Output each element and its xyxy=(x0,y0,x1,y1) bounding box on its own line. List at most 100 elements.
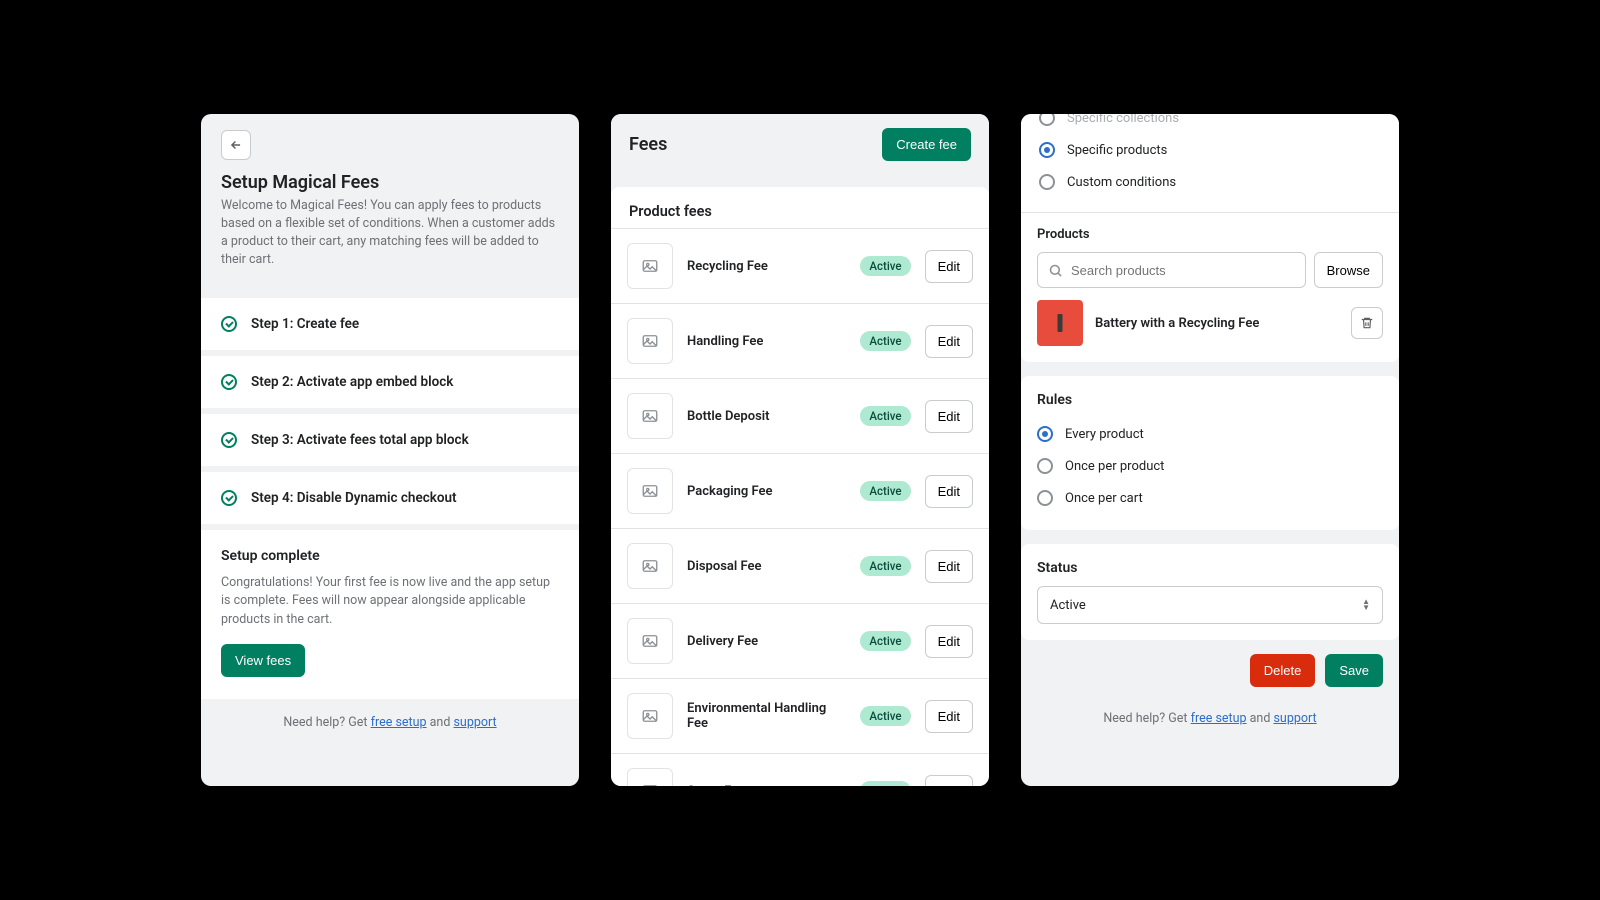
scope-collections[interactable]: Specific collections xyxy=(1039,114,1381,134)
fee-row: Packaging Fee Active Edit xyxy=(611,453,989,528)
image-placeholder-icon xyxy=(627,543,673,589)
fee-row: Delivery Fee Active Edit xyxy=(611,603,989,678)
complete-body: Congratulations! Your first fee is now l… xyxy=(221,574,559,630)
edit-button[interactable]: Edit xyxy=(925,250,973,283)
product-name: Battery with a Recycling Fee xyxy=(1095,316,1339,331)
status-title: Status xyxy=(1037,560,1383,576)
status-badge: Active xyxy=(860,331,910,351)
selected-product: Battery with a Recycling Fee xyxy=(1037,300,1383,346)
edit-button[interactable]: Edit xyxy=(925,475,973,508)
step-3[interactable]: Step 3: Activate fees total app block xyxy=(201,414,579,466)
fee-name: Environmental Handling Fee xyxy=(687,701,846,731)
status-badge: Active xyxy=(860,706,910,726)
fee-name: Recycling Fee xyxy=(687,259,846,274)
scope-custom[interactable]: Custom conditions xyxy=(1039,166,1381,198)
complete-title: Setup complete xyxy=(221,548,559,564)
edit-button[interactable]: Edit xyxy=(925,775,973,787)
status-badge: Active xyxy=(860,631,910,651)
image-placeholder-icon xyxy=(627,468,673,514)
step-label: Step 1: Create fee xyxy=(251,316,359,332)
edit-button[interactable]: Edit xyxy=(925,700,973,733)
free-setup-link[interactable]: free setup xyxy=(371,715,427,730)
image-placeholder-icon xyxy=(627,243,673,289)
back-button[interactable] xyxy=(221,130,251,160)
fee-editor-panel: Specific collections Specific products C… xyxy=(1021,114,1399,786)
browse-button[interactable]: Browse xyxy=(1314,252,1383,288)
fee-row: Recycling Fee Active Edit xyxy=(611,228,989,303)
check-icon xyxy=(221,374,237,390)
help-line: Need help? Get free setup and support xyxy=(1021,695,1399,736)
fee-row: Disposal Fee Active Edit xyxy=(611,528,989,603)
step-2[interactable]: Step 2: Activate app embed block xyxy=(201,356,579,408)
remove-product-button[interactable] xyxy=(1351,307,1383,339)
edit-button[interactable]: Edit xyxy=(925,400,973,433)
radio-icon xyxy=(1039,174,1055,190)
fee-list: Recycling FeeActiveEditHandling FeeActiv… xyxy=(611,228,989,786)
product-thumbnail xyxy=(1037,300,1083,346)
fee-name: Disposal Fee xyxy=(687,559,846,574)
products-block: Products Browse Battery with a Recycling… xyxy=(1021,212,1399,362)
fees-list-panel: Fees Create fee Product fees Recycling F… xyxy=(611,114,989,786)
fee-name: Setup Fee xyxy=(687,784,846,787)
image-placeholder-icon xyxy=(627,618,673,664)
status-badge: Active xyxy=(860,781,910,786)
support-link[interactable]: support xyxy=(1273,711,1316,726)
rule-once-per-cart[interactable]: Once per cart xyxy=(1037,482,1383,514)
edit-button[interactable]: Edit xyxy=(925,625,973,658)
search-icon xyxy=(1048,263,1063,278)
image-placeholder-icon xyxy=(627,768,673,786)
status-badge: Active xyxy=(860,481,910,501)
products-label: Products xyxy=(1037,227,1383,242)
step-4[interactable]: Step 4: Disable Dynamic checkout xyxy=(201,472,579,524)
page-description: Welcome to Magical Fees! You can apply f… xyxy=(221,197,559,270)
check-icon xyxy=(221,432,237,448)
fee-name: Delivery Fee xyxy=(687,634,846,649)
rules-title: Rules xyxy=(1037,392,1383,408)
radio-icon xyxy=(1037,458,1053,474)
image-placeholder-icon xyxy=(627,318,673,364)
check-icon xyxy=(221,490,237,506)
step-label: Step 2: Activate app embed block xyxy=(251,374,453,390)
search-input[interactable] xyxy=(1071,263,1295,278)
scope-products[interactable]: Specific products xyxy=(1039,134,1381,166)
status-card: Status Active ▲▼ xyxy=(1021,544,1399,640)
radio-icon xyxy=(1039,114,1055,126)
product-fees-heading: Product fees xyxy=(611,187,989,228)
fee-row: Setup Fee Active Edit xyxy=(611,753,989,786)
step-1[interactable]: Step 1: Create fee xyxy=(201,298,579,350)
fees-title: Fees xyxy=(629,134,667,155)
step-label: Step 4: Disable Dynamic checkout xyxy=(251,490,457,506)
image-placeholder-icon xyxy=(627,693,673,739)
setup-panel: Setup Magical Fees Welcome to Magical Fe… xyxy=(201,114,579,786)
fee-row: Handling FeeActiveEdit xyxy=(611,303,989,378)
fee-name: Bottle Deposit xyxy=(687,409,846,424)
view-fees-button[interactable]: View fees xyxy=(221,644,305,677)
status-value: Active xyxy=(1050,598,1086,613)
rule-once-per-product[interactable]: Once per product xyxy=(1037,450,1383,482)
select-chevron-icon: ▲▼ xyxy=(1362,599,1370,611)
scope-radio-group: Specific collections Specific products C… xyxy=(1021,114,1399,212)
status-badge: Active xyxy=(860,406,910,426)
save-button[interactable]: Save xyxy=(1325,654,1383,687)
step-label: Step 3: Activate fees total app block xyxy=(251,432,469,448)
create-fee-button[interactable]: Create fee xyxy=(882,128,971,161)
setup-complete-card: Setup complete Congratulations! Your fir… xyxy=(201,530,579,699)
edit-button[interactable]: Edit xyxy=(925,550,973,583)
check-icon xyxy=(221,316,237,332)
status-badge: Active xyxy=(860,256,910,276)
edit-button[interactable]: Edit xyxy=(925,325,973,358)
free-setup-link[interactable]: free setup xyxy=(1191,711,1247,726)
arrow-left-icon xyxy=(229,138,243,152)
footer-actions: Delete Save xyxy=(1021,654,1399,695)
radio-icon xyxy=(1037,426,1053,442)
status-select[interactable]: Active ▲▼ xyxy=(1037,586,1383,624)
support-link[interactable]: support xyxy=(453,715,496,730)
trash-icon xyxy=(1360,316,1374,330)
image-placeholder-icon xyxy=(627,393,673,439)
radio-icon xyxy=(1037,490,1053,506)
delete-button[interactable]: Delete xyxy=(1250,654,1316,687)
fee-name: Packaging Fee xyxy=(687,484,846,499)
rule-every-product[interactable]: Every product xyxy=(1037,418,1383,450)
status-badge: Active xyxy=(860,556,910,576)
search-input-wrapper[interactable] xyxy=(1037,252,1306,288)
